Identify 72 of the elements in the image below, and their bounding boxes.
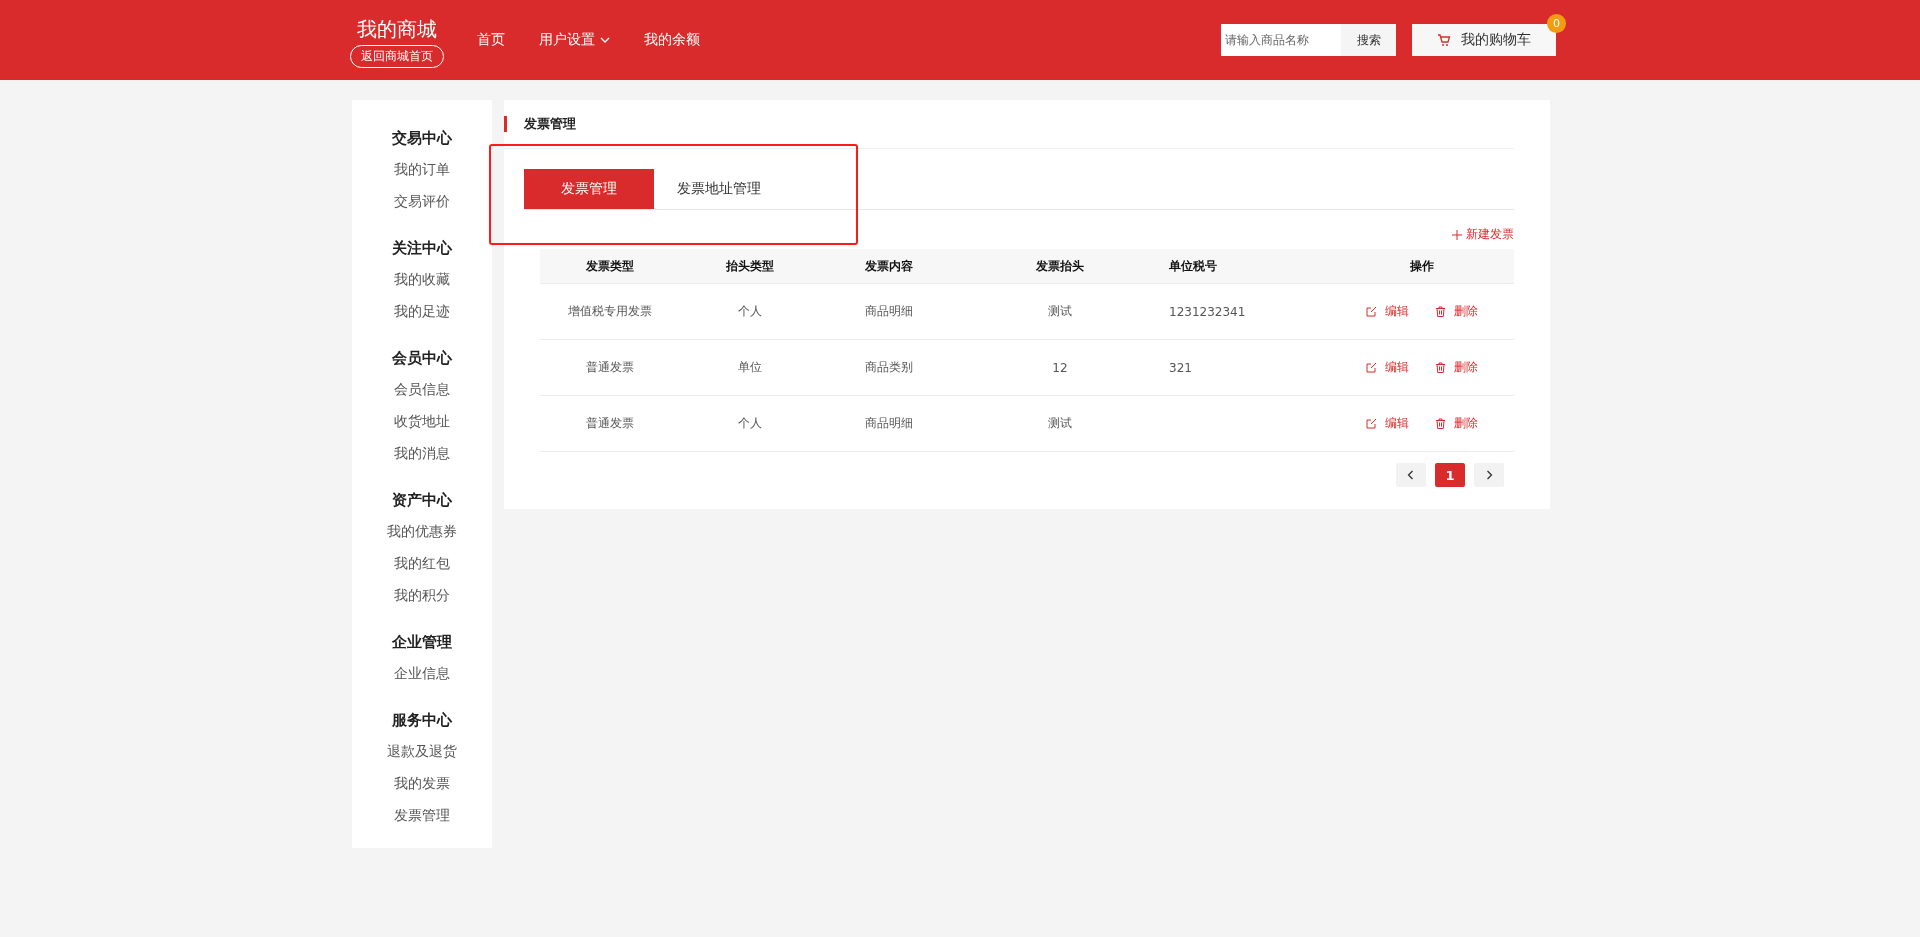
cart-icon — [1437, 33, 1451, 47]
column-header: 操作 — [1409, 257, 1435, 275]
sidebar-heading: 会员中心 — [392, 347, 452, 369]
search-button[interactable]: 搜索 — [1341, 24, 1396, 56]
sidebar-item[interactable]: 发票管理 — [394, 800, 450, 832]
sidebar-item[interactable]: 退款及退货 — [387, 736, 457, 768]
sidebar-item[interactable]: 我的收藏 — [394, 264, 450, 296]
column-header: 发票抬头 — [1035, 257, 1085, 275]
plus-icon — [1452, 229, 1462, 240]
sidebar-item[interactable]: 会员信息 — [394, 374, 450, 406]
sidebar-item[interactable]: 我的优惠券 — [387, 516, 457, 548]
sidebar-heading: 交易中心 — [392, 127, 452, 149]
edit-link[interactable]: 编辑 — [1366, 303, 1409, 320]
table-cell-text: 321 — [1168, 360, 1193, 375]
sidebar-heading: 关注中心 — [392, 237, 452, 259]
sidebar-item[interactable]: 企业信息 — [394, 658, 450, 690]
table-cell-text: 商品明细 — [864, 415, 914, 432]
table-cell-text: 个人 — [737, 303, 763, 320]
edit-icon — [1366, 306, 1377, 317]
sidebar-heading: 服务中心 — [392, 709, 452, 731]
chevron-right-icon — [1484, 470, 1494, 480]
previous-page-button[interactable] — [1396, 463, 1426, 487]
table-cell-text: 测试 — [1047, 415, 1073, 432]
cart-count-badge: 0 — [1547, 14, 1566, 33]
edit-icon — [1366, 418, 1377, 429]
title-marker — [504, 116, 507, 132]
sidebar-item[interactable]: 我的积分 — [394, 580, 450, 612]
column-header: 发票内容 — [864, 257, 914, 275]
column-header: 发票类型 — [585, 257, 635, 275]
chevron-left-icon — [1406, 470, 1416, 480]
column-header: 抬头类型 — [725, 257, 775, 275]
table-cell-text: 普通发票 — [585, 415, 635, 432]
sidebar-item[interactable]: 收货地址 — [394, 406, 450, 438]
sidebar-heading: 企业管理 — [392, 631, 452, 653]
trash-icon — [1435, 306, 1446, 317]
edit-link[interactable]: 编辑 — [1366, 415, 1409, 432]
sidebar-item[interactable]: 我的发票 — [394, 768, 450, 800]
sidebar-item[interactable]: 我的订单 — [394, 154, 450, 186]
column-header: 单位税号 — [1168, 257, 1218, 275]
table-cell-text: 测试 — [1047, 303, 1073, 320]
table-cell-text: 普通发票 — [585, 359, 635, 376]
nav-link[interactable]: 首页 — [477, 31, 505, 49]
nav-link[interactable]: 我的余额 — [644, 31, 700, 49]
page-button[interactable]: 1 — [1435, 463, 1465, 487]
panel-title: 发票管理 — [524, 115, 576, 133]
table-cell-text: 增值税专用发票 — [567, 303, 653, 320]
logo-text[interactable]: 我的商城 — [357, 16, 437, 42]
next-page-button[interactable] — [1474, 463, 1504, 487]
sidebar-item[interactable]: 交易评价 — [394, 186, 450, 218]
search-field[interactable]: 请输入商品名称 — [1221, 24, 1341, 56]
nav-dropdown[interactable]: 用户设置 — [539, 31, 610, 49]
edit-link[interactable]: 编辑 — [1366, 359, 1409, 376]
table-cell-text: 商品明细 — [864, 303, 914, 320]
delete-link[interactable]: 删除 — [1435, 359, 1478, 376]
table-cell-text: 商品类别 — [864, 359, 914, 376]
edit-icon — [1366, 362, 1377, 373]
table-cell-text: 个人 — [737, 415, 763, 432]
sidebar-item[interactable]: 我的足迹 — [394, 296, 450, 328]
trash-icon — [1435, 418, 1446, 429]
sidebar-item[interactable]: 我的消息 — [394, 438, 450, 470]
tab[interactable]: 发票地址管理 — [654, 169, 784, 209]
table-cell-text: 单位 — [737, 359, 763, 376]
sidebar-heading: 资产中心 — [392, 489, 452, 511]
delete-link[interactable]: 删除 — [1435, 415, 1478, 432]
sidebar-item[interactable]: 我的红包 — [394, 548, 450, 580]
table-cell-text: 1231232341 — [1168, 304, 1247, 319]
new-invoice-link[interactable]: 新建发票 — [1452, 226, 1514, 243]
chevron-down-icon — [600, 35, 610, 45]
table-cell-text: 12 — [1051, 360, 1069, 375]
tab[interactable]: 发票管理 — [524, 169, 654, 209]
delete-link[interactable]: 删除 — [1435, 303, 1478, 320]
trash-icon — [1435, 362, 1446, 373]
